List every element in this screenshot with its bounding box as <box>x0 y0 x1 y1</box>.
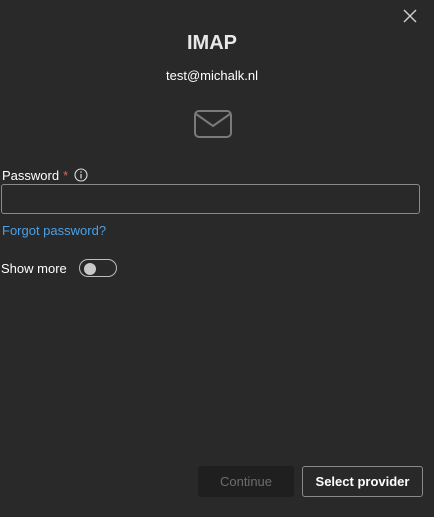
select-provider-button[interactable]: Select provider <box>302 466 423 497</box>
password-label-row: Password * <box>2 166 88 184</box>
account-email: test@michalk.nl <box>166 68 258 83</box>
dialog-title: IMAP <box>187 32 237 54</box>
toggle-knob <box>83 263 96 275</box>
password-label: Password <box>2 167 60 183</box>
forgot-password-link[interactable]: Forgot password? <box>2 223 106 238</box>
continue-button[interactable]: Continue <box>198 466 294 497</box>
imap-dialog: IMAP test@michalk.nl Password * Forgot p… <box>0 0 434 517</box>
show-more-label: Show more <box>1 260 67 276</box>
password-input[interactable] <box>1 184 420 214</box>
show-more-toggle[interactable] <box>78 259 117 277</box>
required-marker: * <box>63 167 69 183</box>
show-more-row: Show more <box>1 259 117 277</box>
mail-icon <box>194 110 232 138</box>
info-icon[interactable] <box>74 168 88 182</box>
close-button[interactable] <box>400 6 420 26</box>
close-icon <box>403 9 417 23</box>
